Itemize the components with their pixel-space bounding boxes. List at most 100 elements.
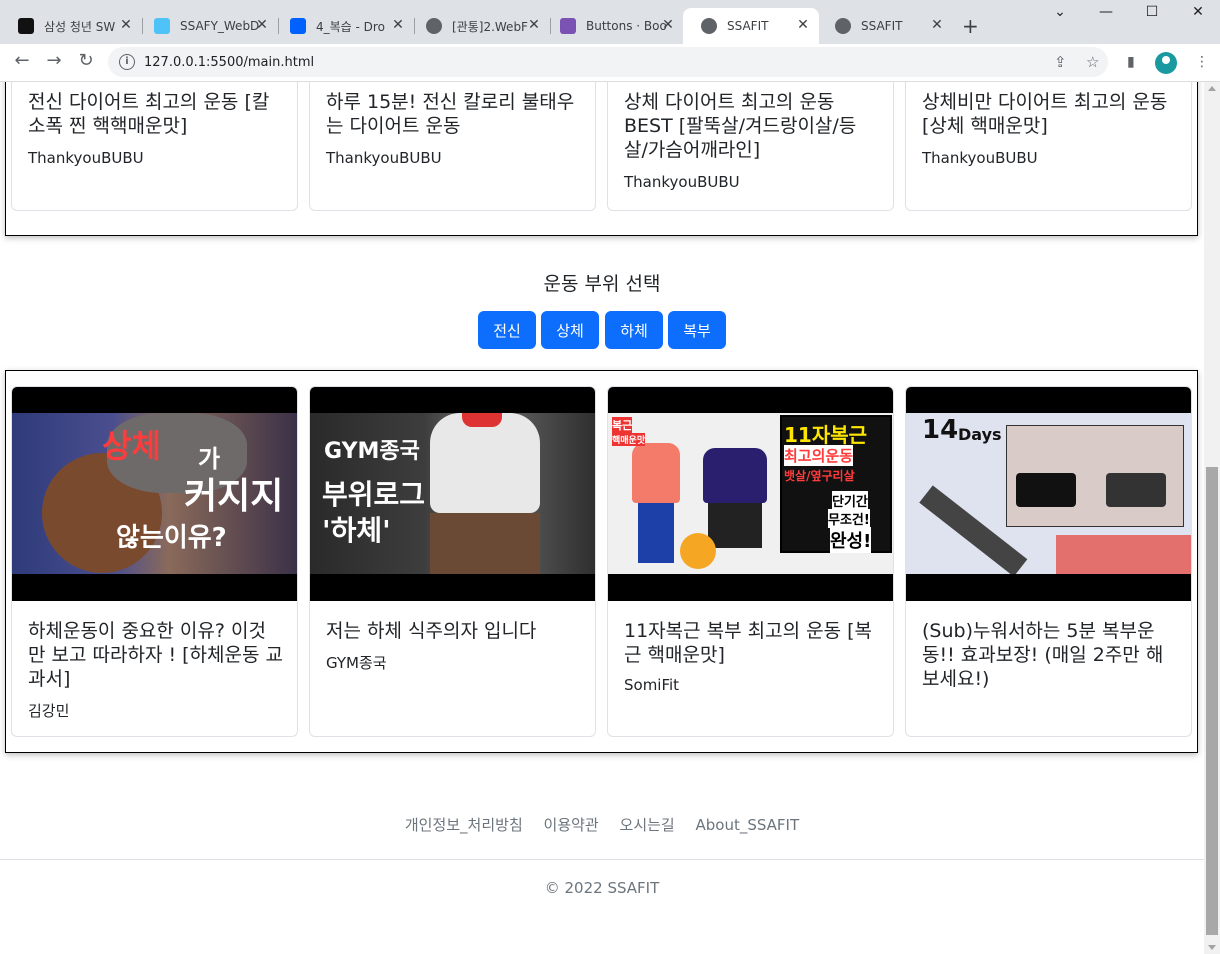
menu-icon[interactable]: ⋮ [1195, 54, 1209, 70]
browser-tab[interactable]: 삼성 청년 SW ✕ [0, 8, 143, 44]
video-title[interactable]: 하루 15분! 전신 칼로리 불태우는 다이어트 운동 [326, 90, 581, 138]
dropbox-icon [290, 18, 306, 34]
thumbnail-caption: 복근 [612, 417, 633, 433]
video-thumbnail[interactable]: 14 Days [906, 387, 1191, 601]
footer-links: 개인정보_처리방침 이용약관 오시는길 About_SSAFIT [0, 814, 1204, 835]
browser-toolbar: ← → ↻ i 127.0.0.1:5500/main.html ⇪ ☆ ▮ ⋮ [0, 44, 1220, 82]
channel-name: SomiFit [624, 676, 680, 694]
thumbnail-caption: Days [958, 425, 1002, 444]
video-thumbnail[interactable]: 상체 가 커지지 않는이유? [12, 387, 297, 601]
tab-title: Buttons · Boo [586, 19, 667, 33]
video-card[interactable]: 상체 다이어트 최고의 운동 BEST [팔뚝살/겨드랑이살/등살/가슴어깨라인… [607, 82, 894, 211]
thumbnail-caption: 부위로그 [322, 478, 426, 511]
part-button-abs[interactable]: 복부 [668, 311, 726, 349]
browser-tab-active[interactable]: SSAFIT ✕ [683, 8, 819, 44]
video-title[interactable]: 11자복근 복부 최고의 운동 [복근 핵매운맛] [624, 619, 879, 667]
video-card[interactable]: 상체비만 다이어트 최고의 운동 [상체 핵매운맛] ThankyouBUBU [905, 82, 1192, 211]
tab-search-icon[interactable]: ⌄ [1037, 4, 1083, 20]
page-scrollbar[interactable] [1204, 82, 1220, 954]
scroll-up-icon[interactable] [1208, 86, 1216, 91]
footer-link-privacy[interactable]: 개인정보_처리방침 [405, 816, 523, 834]
channel-name: 김강민 [28, 702, 70, 720]
close-tab-icon[interactable]: ✕ [118, 17, 134, 33]
video-section-top: 전신 다이어트 최고의 운동 [칼소폭 찐 핵핵매운맛] ThankyouBUB… [5, 82, 1198, 236]
video-title[interactable]: (Sub)누워서하는 5분 복부운동!! 효과보장! (매일 2주만 해보세요!… [922, 619, 1177, 691]
tab-title: SSAFY_WebD [180, 19, 260, 33]
video-title[interactable]: 상체비만 다이어트 최고의 운동 [상체 핵매운맛] [922, 90, 1177, 138]
globe-icon [835, 18, 851, 34]
video-card[interactable]: 11자복근 최고의운동 뱃살/옆구리살 단기간 무조건! 완성! 복근 핵매운맛… [607, 386, 894, 737]
scroll-down-icon[interactable] [1208, 945, 1216, 950]
footer-link-about[interactable]: About_SSAFIT [696, 816, 800, 834]
share-icon[interactable]: ⇪ [1054, 53, 1067, 71]
part-button-lower-body[interactable]: 하체 [605, 311, 663, 349]
url-text[interactable]: 127.0.0.1:5500/main.html [144, 55, 314, 70]
video-card[interactable]: 14 Days (Sub)누워서하는 5분 복부운동!! 효과보장! (매일 2… [905, 386, 1192, 737]
thumbnail-caption: 단기간 [832, 491, 868, 510]
close-tab-icon[interactable]: ✕ [254, 17, 270, 33]
browser-tab[interactable]: SSAFY_WebD ✕ [136, 8, 279, 44]
footer-link-terms[interactable]: 이용약관 [544, 816, 599, 834]
browser-tab[interactable]: 4_복습 - Dro ✕ [272, 8, 415, 44]
part-button-whole-body[interactable]: 전신 [478, 311, 536, 349]
thumbnail-caption: 무조건! [828, 509, 870, 528]
thumbnail-caption: 뱃살/옆구리살 [784, 469, 855, 483]
tab-title: [관통]2.WebF [452, 19, 528, 34]
part-select-title: 운동 부위 선택 [543, 273, 661, 295]
channel-name: ThankyouBUBU [28, 149, 144, 167]
ssafy-doc-icon [154, 18, 170, 34]
video-title[interactable]: 저는 하체 식주의자 입니다 [326, 619, 581, 643]
video-card[interactable]: 전신 다이어트 최고의 운동 [칼소폭 찐 핵핵매운맛] ThankyouBUB… [11, 82, 298, 211]
video-title[interactable]: 전신 다이어트 최고의 운동 [칼소폭 찐 핵핵매운맛] [28, 90, 283, 138]
thumbnail-caption: GYM종국 [324, 439, 420, 464]
tab-title: 삼성 청년 SW [44, 19, 116, 34]
thumbnail-caption: 핵매운맛 [612, 433, 646, 446]
browser-tab[interactable]: [관통]2.WebF ✕ [408, 8, 551, 44]
channel-name: ThankyouBUBU [922, 149, 1038, 167]
thumbnail-caption: '하체' [322, 514, 391, 547]
close-tab-icon[interactable]: ✕ [929, 17, 945, 33]
ssafy-s-icon [18, 18, 34, 34]
close-tab-icon[interactable]: ✕ [390, 17, 406, 33]
video-title[interactable]: 상체 다이어트 최고의 운동 BEST [팔뚝살/겨드랑이살/등살/가슴어깨라인… [624, 90, 879, 162]
minimize-icon[interactable]: — [1083, 4, 1129, 20]
bootstrap-icon [560, 18, 576, 34]
close-tab-icon[interactable]: ✕ [660, 17, 676, 33]
side-panel-icon[interactable]: ▮ [1127, 54, 1135, 70]
footer-link-directions[interactable]: 오시는길 [620, 816, 675, 834]
maximize-icon[interactable]: ☐ [1129, 4, 1175, 20]
close-tab-icon[interactable]: ✕ [795, 17, 811, 33]
browser-tab[interactable]: Buttons · Boo ✕ [542, 8, 684, 44]
site-info-icon[interactable]: i [119, 54, 135, 70]
thumbnail-caption: 최고의운동 [784, 445, 854, 466]
tab-title: 4_복습 - Dro [316, 19, 385, 34]
back-icon[interactable]: ← [10, 50, 34, 71]
video-thumbnail[interactable]: GYM종국 부위로그 '하체' [310, 387, 595, 601]
reload-icon[interactable]: ↻ [74, 50, 98, 71]
video-card[interactable]: 상체 가 커지지 않는이유? 하체운동이 중요한 이유? 이것만 보고 따라하자… [11, 386, 298, 737]
close-window-icon[interactable]: ✕ [1175, 4, 1220, 20]
footer-divider [0, 859, 1204, 860]
thumbnail-caption: 않는이유? [116, 523, 227, 553]
copyright: © 2022 SSAFIT [544, 879, 660, 897]
forward-icon[interactable]: → [42, 50, 66, 71]
profile-avatar[interactable] [1155, 52, 1177, 74]
new-tab-icon[interactable]: + [962, 14, 979, 38]
video-card[interactable]: GYM종국 부위로그 '하체' 저는 하체 식주의자 입니다 GYM종국 [309, 386, 596, 737]
thumbnail-caption: 11자복근 [784, 423, 868, 447]
close-tab-icon[interactable]: ✕ [526, 17, 542, 33]
globe-icon [701, 18, 717, 34]
video-title[interactable]: 하체운동이 중요한 이유? 이것만 보고 따라하자 ! [하체운동 교과서] [28, 619, 283, 691]
scrollbar-thumb[interactable] [1206, 467, 1218, 935]
part-button-upper-body[interactable]: 상체 [541, 311, 599, 349]
video-section-parts: 상체 가 커지지 않는이유? 하체운동이 중요한 이유? 이것만 보고 따라하자… [5, 370, 1198, 753]
browser-tab[interactable]: SSAFIT ✕ [817, 8, 953, 44]
address-bar[interactable]: i 127.0.0.1:5500/main.html ⇪ ☆ [108, 47, 1108, 77]
channel-name: GYM종국 [326, 654, 387, 672]
thumbnail-caption: 커지지 [184, 476, 284, 517]
globe-icon [426, 18, 442, 34]
bookmark-star-icon[interactable]: ☆ [1086, 53, 1099, 71]
video-thumbnail[interactable]: 11자복근 최고의운동 뱃살/옆구리살 단기간 무조건! 완성! 복근 핵매운맛 [608, 387, 893, 601]
thumbnail-caption: 상체 [102, 427, 161, 465]
video-card[interactable]: 하루 15분! 전신 칼로리 불태우는 다이어트 운동 ThankyouBUBU [309, 82, 596, 211]
